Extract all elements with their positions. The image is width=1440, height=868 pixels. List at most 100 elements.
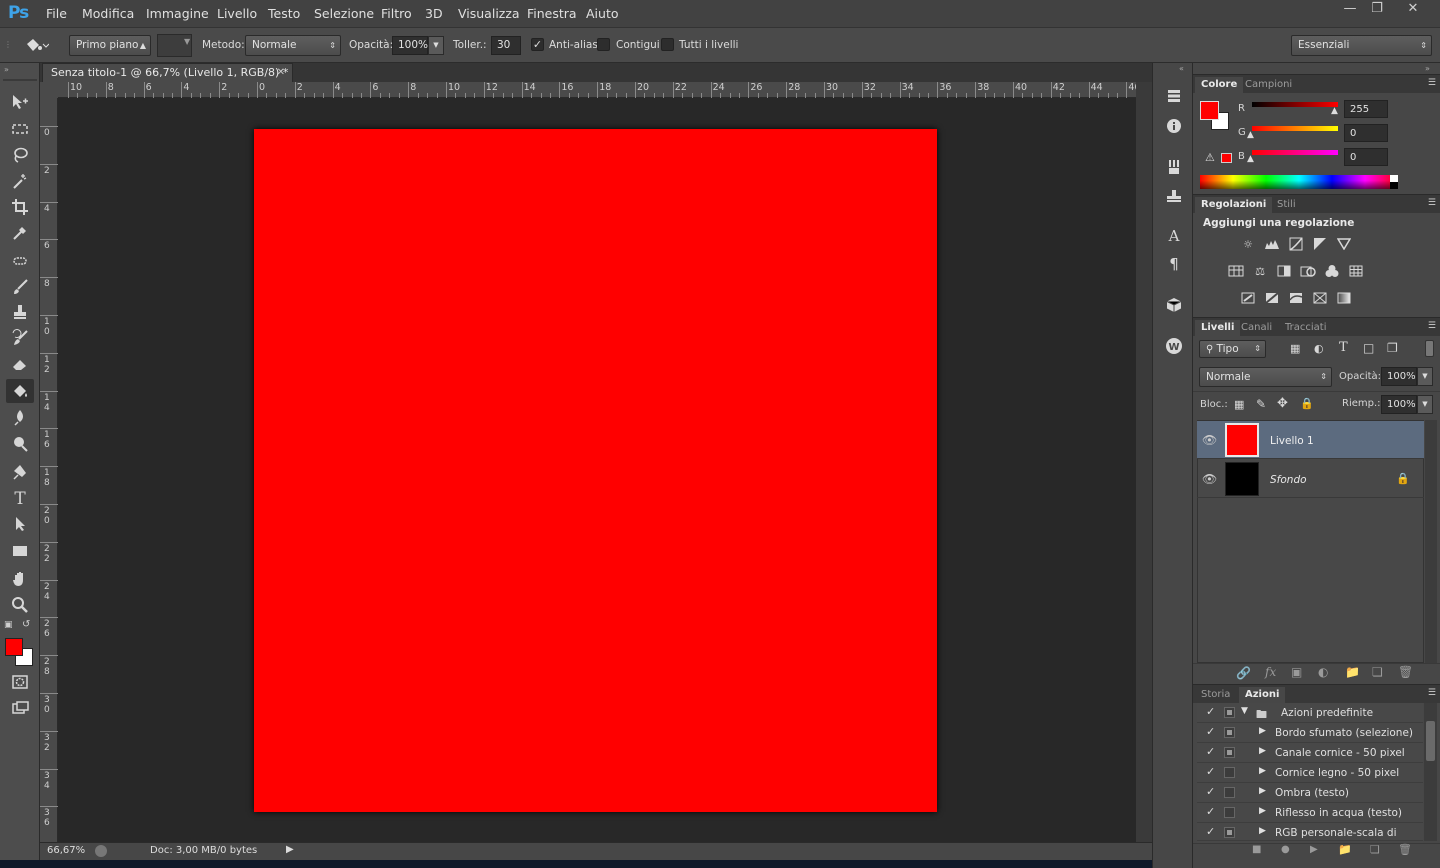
pen-icon[interactable] <box>6 460 34 484</box>
panel-menu-icon[interactable]: ☰ <box>1428 321 1436 331</box>
fill-source-select[interactable]: Primo piano ▲ <box>69 35 151 56</box>
play-icon[interactable]: ▶ <box>1310 844 1318 855</box>
toggle-check-icon[interactable]: ✓ <box>1206 725 1215 738</box>
r-value-field[interactable]: 255 <box>1344 100 1388 118</box>
tab-stili[interactable]: Stili <box>1271 197 1302 214</box>
delete-layer-icon[interactable]: 🗑 <box>1398 665 1413 679</box>
layer-name[interactable]: Livello 1 <box>1270 435 1314 447</box>
eraser-icon[interactable] <box>6 352 34 376</box>
menu-3d[interactable]: 3D <box>425 6 443 21</box>
rectangle-icon[interactable] <box>6 539 34 563</box>
blur-icon[interactable] <box>6 405 34 429</box>
fill-field[interactable]: 100% <box>1381 395 1417 414</box>
lock-transparent-icon[interactable]: ▦ <box>1234 398 1244 411</box>
menu-file[interactable]: File <box>46 6 67 21</box>
eye-icon[interactable]: 👁 <box>1202 433 1217 447</box>
g-value-field[interactable]: 0 <box>1344 124 1388 142</box>
toggle-check-icon[interactable]: ✓ <box>1206 705 1215 718</box>
levels-icon[interactable] <box>1262 235 1282 253</box>
dialog-toggle-icon[interactable] <box>1224 707 1235 718</box>
close-icon[interactable]: ✕ <box>1400 0 1426 18</box>
hue-saturation-icon[interactable] <box>1226 262 1246 280</box>
default-colors-icon[interactable]: ▣ <box>4 620 13 630</box>
new-set-icon[interactable]: 📁 <box>1338 843 1352 856</box>
color-balance-icon[interactable]: ⚖ <box>1250 262 1270 280</box>
minimize-icon[interactable]: — <box>1337 0 1363 18</box>
expand-right-icon[interactable]: ▶ <box>1259 826 1266 836</box>
type-icon[interactable]: T <box>6 487 34 511</box>
blend-mode-select[interactable]: Normale ⇕ <box>1199 367 1332 387</box>
color-panel-foreground-swatch[interactable] <box>1200 101 1219 120</box>
method-select[interactable]: Normale ⇕ <box>245 35 341 56</box>
toggle-check-icon[interactable]: ✓ <box>1206 745 1215 758</box>
delete-action-icon[interactable]: 🗑 <box>1398 843 1412 856</box>
list-item[interactable]: ✓ ▶ Riflesso in acqua (testo) <box>1197 803 1423 823</box>
tab-regolazioni[interactable]: Regolazioni <box>1195 197 1273 214</box>
contiguous-checkbox[interactable] <box>597 38 610 51</box>
dialog-toggle-icon[interactable] <box>1224 767 1235 778</box>
list-item[interactable]: ✓ ▶ Cornice legno - 50 pixel <box>1197 763 1423 783</box>
workspace-select[interactable]: Essenziali ⇕ <box>1291 35 1432 56</box>
history-brush-icon[interactable] <box>6 326 34 350</box>
panel-menu-icon[interactable]: ☰ <box>1428 688 1436 698</box>
document-tab[interactable]: Senza titolo-1 @ 66,7% (Livello 1, RGB/8… <box>42 63 293 82</box>
layer-row[interactable]: 👁 Livello 1 <box>1197 421 1424 459</box>
menu-visualizza[interactable]: Visualizza <box>458 6 520 21</box>
move-icon[interactable] <box>6 90 34 114</box>
new-group-icon[interactable]: 📁 <box>1345 665 1360 679</box>
menu-finestra[interactable]: Finestra <box>527 6 577 21</box>
crop-icon[interactable] <box>6 195 34 219</box>
antialias-checkbox[interactable]: ✓ <box>531 38 544 51</box>
tab-storia[interactable]: Storia <box>1195 687 1236 704</box>
curves-icon[interactable] <box>1286 235 1306 253</box>
zoom-level[interactable]: 66,67% <box>47 845 85 856</box>
status-menu-arrow-icon[interactable]: ▶ <box>286 844 294 855</box>
paint-bucket-icon[interactable] <box>6 379 34 403</box>
dialog-toggle-icon[interactable] <box>1224 747 1235 758</box>
layer-opacity-field[interactable]: 100% <box>1381 367 1417 386</box>
opacity-dropdown-button[interactable]: ▼ <box>428 36 444 55</box>
toggle-check-icon[interactable]: ✓ <box>1206 805 1215 818</box>
gamut-warning-icon[interactable]: ⚠ <box>1205 151 1215 164</box>
photo-filter-icon[interactable] <box>1298 262 1318 280</box>
dodge-icon[interactable] <box>6 432 34 456</box>
b-slider-track[interactable] <box>1252 150 1338 155</box>
filter-adjustment-icon[interactable]: ◐ <box>1314 342 1324 355</box>
b-slider-thumb[interactable]: ▲ <box>1247 154 1254 164</box>
character-panel-icon[interactable]: A <box>1161 225 1187 247</box>
color-lookup-icon[interactable] <box>1346 262 1366 280</box>
list-item[interactable]: ✓ ▶ RGB personale-scala di grigio <box>1197 823 1423 841</box>
lasso-icon[interactable] <box>6 143 34 167</box>
menu-aiuto[interactable]: Aiuto <box>586 6 619 21</box>
layer-filter-select[interactable]: ⚲ Tipo ⇕ <box>1199 340 1266 358</box>
panel-menu-icon[interactable]: ☰ <box>1428 198 1436 208</box>
list-item[interactable]: ✓ ▶ Ombra (testo) <box>1197 783 1423 803</box>
panel-menu-icon[interactable]: ☰ <box>1428 78 1436 88</box>
info-panel-icon[interactable] <box>1161 115 1187 137</box>
filter-shape-icon[interactable]: □ <box>1363 341 1374 355</box>
menu-testo[interactable]: Testo <box>268 6 300 21</box>
status-info-icon[interactable] <box>95 845 107 857</box>
filter-smart-object-icon[interactable]: ❐ <box>1387 341 1398 355</box>
vertical-scrollbar[interactable] <box>1136 82 1152 842</box>
menu-immagine[interactable]: Immagine <box>146 6 209 21</box>
filter-toggle-switch[interactable] <box>1425 340 1434 357</box>
brush-presets-icon[interactable] <box>1161 156 1187 178</box>
expand-right-icon[interactable]: ▶ <box>1259 786 1266 796</box>
tab-tracciati[interactable]: Tracciati <box>1279 320 1332 337</box>
zoom-icon[interactable] <box>6 593 34 617</box>
fill-dropdown[interactable]: ▼ <box>1417 395 1433 414</box>
tolerance-field[interactable]: 30 <box>491 36 521 55</box>
pattern-picker[interactable]: ▼ <box>157 34 192 57</box>
menu-selezione[interactable]: Selezione <box>314 6 374 21</box>
g-slider-track[interactable] <box>1252 126 1338 131</box>
opacity-field[interactable]: 100% <box>392 36 428 55</box>
layer-style-icon[interactable]: fx <box>1265 665 1276 679</box>
all-layers-checkbox[interactable] <box>661 38 674 51</box>
toggle-check-icon[interactable]: ✓ <box>1206 785 1215 798</box>
toggle-check-icon[interactable]: ✓ <box>1206 765 1215 778</box>
expand-right-icon[interactable]: ▶ <box>1259 766 1266 776</box>
marquee-icon[interactable] <box>6 117 34 141</box>
color-spectrum-bar[interactable] <box>1200 175 1398 189</box>
toggle-check-icon[interactable]: ✓ <box>1206 825 1215 838</box>
